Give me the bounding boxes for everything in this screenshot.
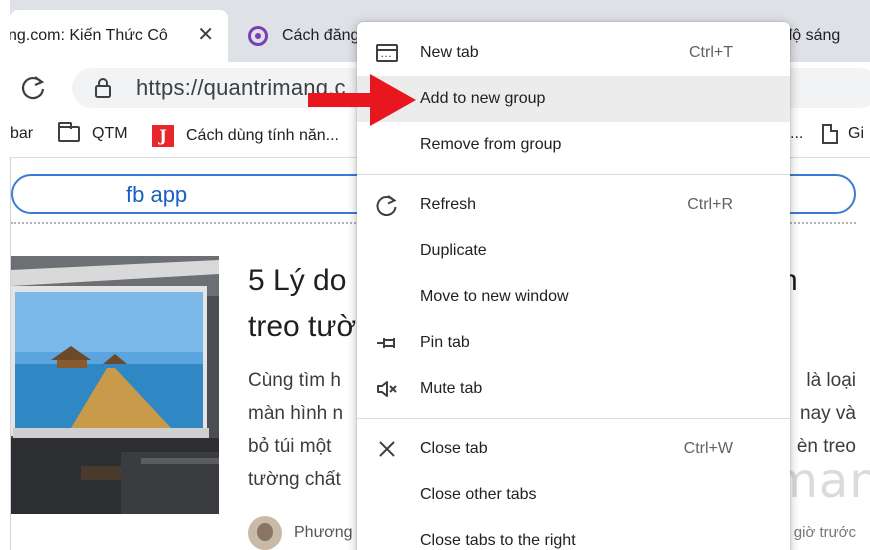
menu-item-label: Refresh <box>420 196 477 213</box>
menu-separator <box>357 418 790 419</box>
reload-icon[interactable] <box>20 74 46 100</box>
search-text: fb app <box>126 182 188 207</box>
menu-item-label: Close other tabs <box>420 486 537 503</box>
pin-icon <box>377 338 395 348</box>
page-icon <box>822 124 838 144</box>
bookmark-more[interactable]: ... <box>790 125 803 143</box>
new-tab-icon <box>375 42 399 64</box>
menu-item-label: Move to new window <box>420 288 569 305</box>
threads-icon <box>248 26 268 46</box>
menu-item-label: Close tab <box>420 440 488 457</box>
menu-item-mute-tab[interactable]: Mute tab <box>357 366 790 412</box>
menu-item-shortcut: Ctrl+R <box>687 196 733 213</box>
tab-title: ng.com: Kiến Thức Cô <box>10 27 168 44</box>
close-icon <box>379 441 395 457</box>
bookmark-label: Gi <box>848 125 864 142</box>
bookmark-label: bar <box>10 125 34 142</box>
menu-item-label: Mute tab <box>420 380 483 397</box>
bookmark-qtm[interactable]: QTM <box>58 122 128 143</box>
tab-title: Cách đăng <box>282 27 360 44</box>
article-thumbnail[interactable] <box>11 256 219 514</box>
article-author[interactable]: Phương <box>248 516 353 550</box>
menu-item-duplicate[interactable]: Duplicate <box>357 228 790 274</box>
menu-item-shortcut: Ctrl+T <box>689 44 733 61</box>
menu-item-close-tabs-to-right[interactable]: Close tabs to the right <box>357 518 790 550</box>
tab-context-menu: New tab Ctrl+T Add to new group Remove f… <box>357 22 790 550</box>
avatar <box>248 516 282 550</box>
menu-item-label: Duplicate <box>420 242 487 259</box>
headline-line-1: 5 Lý do <box>248 264 347 297</box>
menu-item-pin-tab[interactable]: Pin tab <box>357 320 790 366</box>
menu-separator <box>357 174 790 175</box>
menu-item-label: Add to new group <box>420 90 546 107</box>
menu-item-move-to-new-window[interactable]: Move to new window <box>357 274 790 320</box>
menu-item-shortcut: Ctrl+W <box>683 440 733 457</box>
menu-item-remove-from-group[interactable]: Remove from group <box>357 122 790 168</box>
tab-close-icon[interactable]: ✕ <box>197 22 214 47</box>
menu-item-label: Close tabs to the right <box>420 532 576 549</box>
tab-quantrimang[interactable]: ng.com: Kiến Thức Cô ✕ <box>10 10 228 62</box>
author-name: Phương <box>294 524 353 541</box>
bookmark-label: ... <box>790 125 804 142</box>
time-ago: giờ trước <box>793 524 856 541</box>
headline-line-2: treo tườ <box>248 310 357 343</box>
menu-item-label: New tab <box>420 44 479 61</box>
j-icon: J <box>152 125 174 147</box>
menu-item-close-other-tabs[interactable]: Close other tabs <box>357 472 790 518</box>
menu-item-new-tab[interactable]: New tab Ctrl+T <box>357 30 790 76</box>
menu-item-refresh[interactable]: Refresh Ctrl+R <box>357 182 790 228</box>
menu-item-label: Pin tab <box>420 334 470 351</box>
menu-item-label: Remove from group <box>420 136 562 153</box>
refresh-icon <box>376 195 397 216</box>
menu-item-close-tab[interactable]: Close tab Ctrl+W <box>357 426 790 472</box>
folder-icon <box>58 122 80 142</box>
mute-icon <box>377 381 397 397</box>
bookmark-label: QTM <box>92 125 128 142</box>
bookmark-bar[interactable]: bar <box>10 125 33 143</box>
bookmark-gi[interactable]: Gi <box>822 124 864 144</box>
lock-icon <box>95 78 111 98</box>
article-headline[interactable]: 5 Lý do treo tườ <box>248 258 356 350</box>
menu-item-add-to-new-group[interactable]: Add to new group <box>357 76 790 122</box>
red-arrow-annotation <box>308 74 416 126</box>
